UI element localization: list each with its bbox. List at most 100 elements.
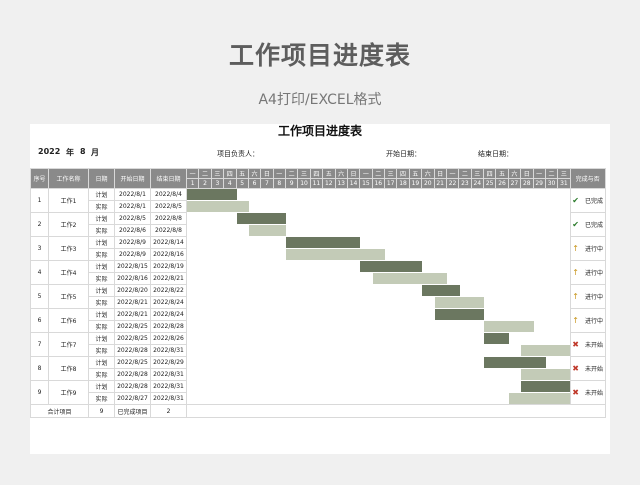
weekday-header: 三 [297,168,311,179]
header-start: 开始日期 [114,168,151,189]
task-row-actual: 实际 2022/8/16 2022/8/21 [31,272,606,285]
actual-bar [434,296,485,308]
month-label: 月 [91,148,99,157]
plan-start: 2022/8/21 [114,308,151,321]
task-row-actual: 实际 2022/8/28 2022/8/31 [31,344,606,357]
page-title: 工作项目进度表 [228,41,411,70]
actual-label: 实际 [88,392,115,405]
task-status: ✖ 未开始 [569,356,606,381]
task-seq: 4 [30,260,49,285]
day-header: 24 [470,178,485,189]
arrow-up-icon: ↑ [572,268,579,277]
actual-label: 实际 [88,224,115,237]
task-seq: 6 [30,308,49,333]
plan-bar [286,236,361,248]
day-header: 2 [198,178,212,189]
weekday-header: 一 [359,168,373,179]
weekday-header: 日 [433,168,447,179]
weekday-header: 三 [383,168,398,179]
plan-bar [187,189,237,200]
header-end: 结束日期 [150,168,187,189]
day-header: 11 [309,178,324,189]
plan-label: 计划 [88,380,115,393]
owner-label: 项目负责人： [217,150,259,158]
day-header: 3 [210,178,225,189]
gantt-track [187,320,571,333]
status-text: 进行中 [584,246,603,253]
plan-start: 2022/8/25 [114,332,151,345]
weekday-header: 六 [247,168,262,179]
plan-end: 2022/8/26 [150,332,187,345]
arrow-up-icon: ↑ [572,316,579,325]
done-count: 2 [150,404,187,418]
actual-bar [187,200,249,212]
task-row-plan: 5 工作5 计划 2022/8/20 2022/8/22 ↑ 进行中 [30,284,606,309]
task-name: 工作3 [48,236,89,261]
plan-bar [360,260,423,272]
actual-label: 实际 [88,296,115,309]
day-header: 7 [260,178,274,189]
task-row-actual: 实际 2022/8/25 2022/8/28 [31,320,606,333]
day-header: 25 [482,178,497,189]
day-header: 23 [458,178,472,189]
plan-end: 2022/8/22 [150,284,187,297]
actual-start: 2022/8/16 [114,272,151,285]
actual-label: 实际 [88,368,115,381]
weekday-header: 二 [284,168,299,179]
day-header: 12 [322,178,336,189]
actual-label: 实际 [88,344,115,357]
status-text: 已完成 [584,198,603,205]
gantt-track [187,248,571,261]
weekday-header: 三 [210,168,225,179]
status-text: 进行中 [584,270,603,277]
plan-end: 2022/8/8 [150,212,187,225]
arrow-up-icon: ↑ [572,292,579,301]
task-name: 工作6 [48,308,89,333]
day-header: 4 [223,178,237,189]
weekday-header: 一 [445,168,460,179]
gantt-track [187,284,571,297]
actual-bar [286,248,386,260]
header-status: 完成与否 [569,168,606,189]
day-header: 22 [445,178,460,189]
task-row-actual: 实际 2022/8/1 2022/8/5 [31,200,606,213]
weekday-header: 六 [421,168,435,179]
actual-start: 2022/8/28 [114,344,151,357]
actual-bar [521,344,571,356]
plan-start: 2022/8/5 [114,212,151,225]
weekday-header: 四 [482,168,497,179]
actual-bar [509,392,571,404]
actual-start: 2022/8/27 [114,392,151,405]
gantt-track [187,308,571,321]
plan-bar [236,212,287,224]
gantt-track [187,236,571,249]
day-header: 20 [421,178,435,189]
day-header: 1 [185,178,200,189]
plan-start: 2022/8/25 [114,356,151,369]
total-count: 9 [88,404,115,418]
gantt-table: 序号 工作名称 日期 开始日期 结束日期 一二三四五六日一二三四五六日一二三四五… [30,168,606,418]
day-header: 13 [334,178,348,189]
weekday-header: 六 [334,168,348,179]
plan-end: 2022/8/29 [150,356,187,369]
status-text: 进行中 [584,318,603,325]
weekday-header: 四 [396,168,410,179]
status-text: 未开始 [584,366,603,373]
task-row-actual: 实际 2022/8/28 2022/8/31 [31,368,606,381]
task-seq: 5 [30,284,49,309]
actual-bar [372,272,448,284]
gantt-track [187,392,571,405]
plan-label: 计划 [88,356,115,369]
gantt-track [187,380,571,393]
plan-label: 计划 [88,212,115,225]
actual-start: 2022/8/9 [114,248,151,261]
task-status: ✖ 未开始 [569,380,606,405]
plan-label: 计划 [88,236,115,249]
weekday-header: 五 [408,168,423,179]
day-header: 28 [520,178,534,189]
weekday-header: 四 [309,168,324,179]
task-status: ↑ 进行中 [569,236,606,261]
actual-end: 2022/8/24 [150,296,187,309]
task-status: ✔ 已完成 [569,188,606,213]
day-header: 27 [507,178,522,189]
